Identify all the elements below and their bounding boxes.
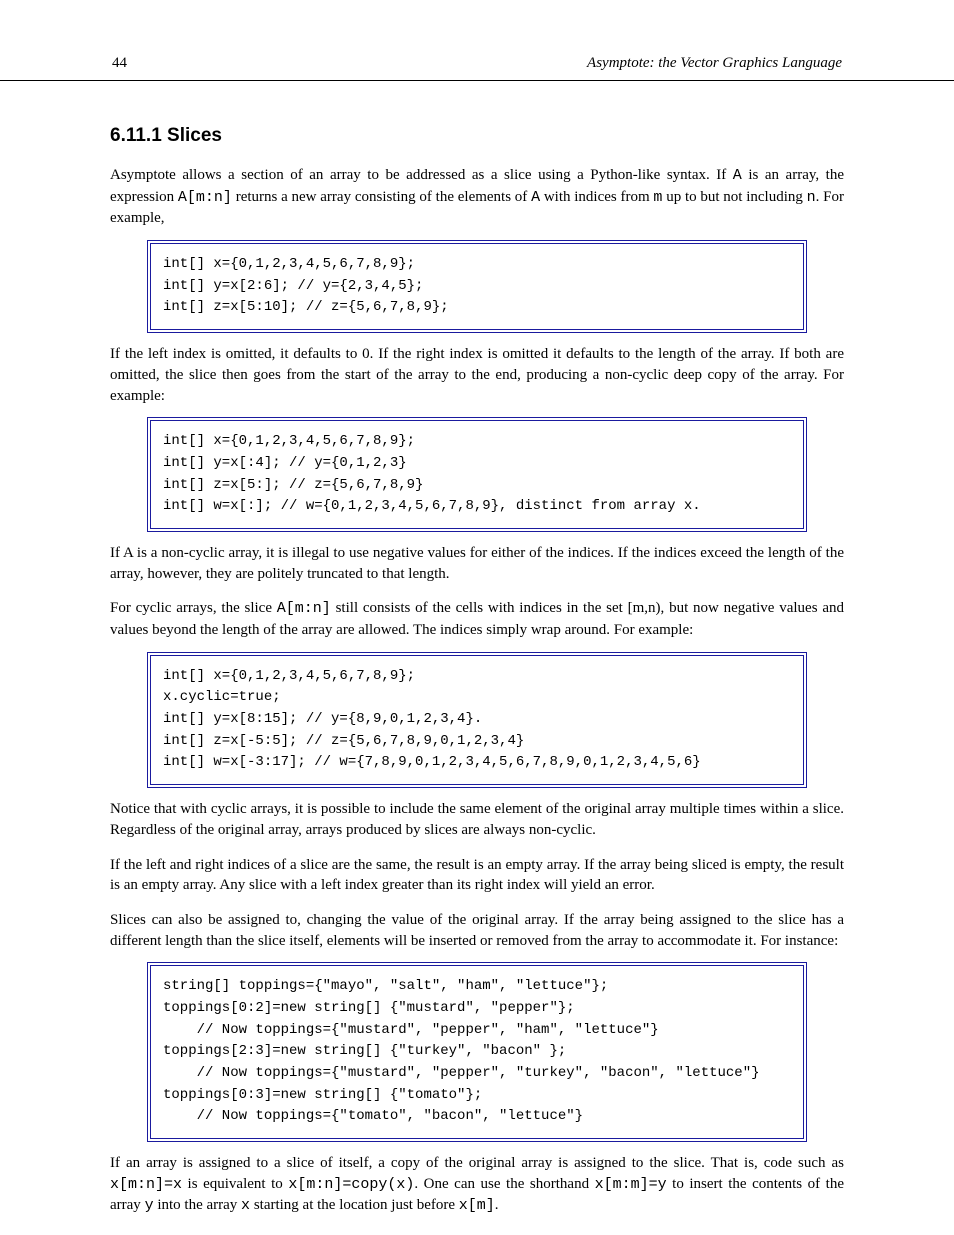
text: For cyclic arrays, the slice [110,600,277,616]
code-inline: A[m:n] [178,189,232,206]
code-inline: n [807,189,816,206]
text: starting at the location just before [250,1197,459,1213]
text: If an array is assigned to a slice of it… [110,1155,844,1171]
code-inline: x [241,1197,250,1214]
code-inline: A [733,167,742,184]
text: . [495,1197,499,1213]
math-var: n [648,600,656,616]
text: Asymptote allows a section of an array t… [110,167,733,183]
paragraph: If an array is assigned to a slice of it… [110,1153,844,1217]
text: is equivalent to [182,1176,288,1192]
paragraph: If A is a non-cyclic array, it is illega… [110,543,844,584]
code-inline: x[m:n]=x [110,1176,182,1193]
code-inline: x[m:n]=copy(x) [288,1176,414,1193]
code-block: int[] x={0,1,2,3,4,5,6,7,8,9}; int[] y=x… [150,420,804,529]
code-inline: y [145,1197,154,1214]
paragraph: If the left index is omitted, it default… [110,344,844,406]
text: still consists of the cells with indices… [331,600,633,616]
code-inline: A[m:n] [277,600,331,617]
page-content: 6.11.1 Slices Asymptote allows a section… [0,125,954,1217]
paragraph: Asymptote allows a section of an array t… [110,165,844,229]
paragraph: For cyclic arrays, the slice A[m:n] stil… [110,598,844,640]
text: returns a new array consisting of the el… [232,189,531,205]
text: with indices from [540,189,653,205]
paragraph: Slices can also be assigned to, changing… [110,910,844,951]
text: . One can use the shorthand [414,1176,594,1192]
code-block: int[] x={0,1,2,3,4,5,6,7,8,9}; x.cyclic=… [150,655,804,785]
math-var: m [633,600,645,616]
paragraph: If the left and right indices of a slice… [110,855,844,896]
paragraph: Notice that with cyclic arrays, it is po… [110,799,844,840]
code-block: string[] toppings={"mayo", "salt", "ham"… [150,965,804,1139]
text: into the array [154,1197,241,1213]
code-block: int[] x={0,1,2,3,4,5,6,7,8,9}; int[] y=x… [150,243,804,330]
page-header: 44 Asymptote: the Vector Graphics Langua… [0,0,954,81]
code-inline: A [531,189,540,206]
header-title: Asymptote: the Vector Graphics Language [587,55,842,72]
code-inline: x[m:m]=y [595,1176,667,1193]
text: up to but not including [662,189,806,205]
section-heading: 6.11.1 Slices [110,125,844,147]
code-inline: x[m] [459,1197,495,1214]
page-number: 44 [112,55,127,72]
